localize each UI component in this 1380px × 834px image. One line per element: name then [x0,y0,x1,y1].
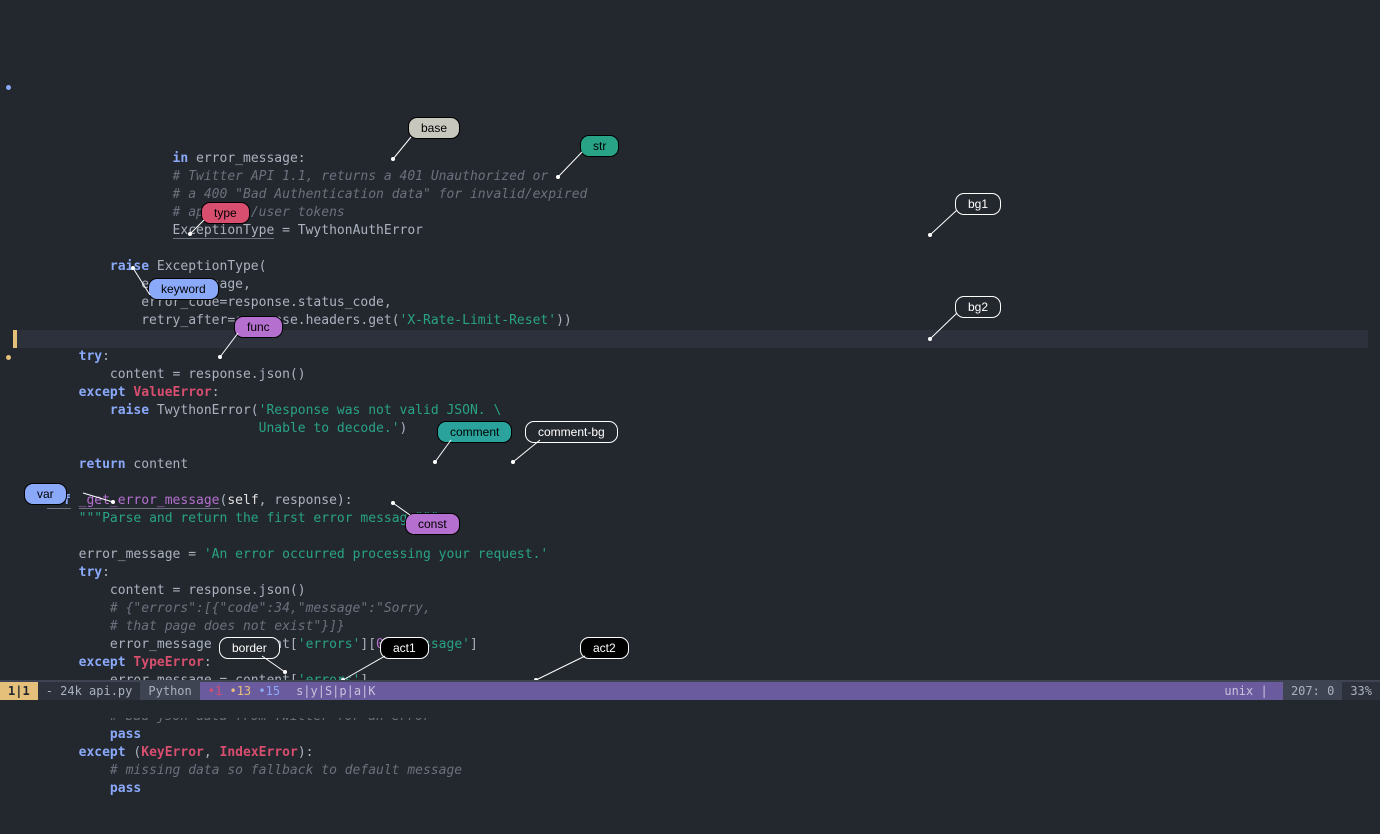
label-comment-bg: comment-bg [525,421,618,443]
code-line: pass [16,781,141,796]
label-base: base [408,117,460,139]
code-line: # that page does not exist"}]} [16,619,345,634]
code-line: content = response.json() [16,583,306,598]
gutter-mark-warning [6,355,11,360]
label-act1: act1 [380,637,429,659]
code-line: # app keys/user tokens [16,205,345,220]
code-line: try: [16,349,110,364]
code-line: Unable to decode.') [16,421,407,436]
ex-command-line[interactable] [0,700,1380,718]
code-line: except TypeError: [16,655,212,670]
label-const: const [405,513,460,535]
code-line: # missing data so fallback to default me… [16,763,462,778]
code-line: except ValueError: [16,385,220,400]
status-position: 207: 0 [1283,682,1342,700]
code-editor[interactable]: in error_message: # Twitter API 1.1, ret… [0,0,1380,693]
status-encoding: unix | [1216,682,1283,700]
code-line: pass [16,727,141,742]
code-line: # Twitter API 1.1, returns a 401 Unautho… [16,169,548,184]
label-bg2: bg2 [955,296,1001,318]
code-line: # {"errors":[{"code":34,"message":"Sorry… [16,601,431,616]
status-percent: 33% [1342,682,1380,700]
code-line: except (KeyError, IndexError): [16,745,313,760]
label-act2: act2 [580,637,629,659]
label-var: var [24,483,67,505]
code-line [16,241,24,256]
code-line: in error_message: [16,151,306,166]
code-line: # a 400 "Bad Authentication data" for in… [16,187,587,202]
statusbar: 1|1 - 24k api.py Python •1 •13 •15 s|y|S… [0,680,1380,700]
label-keyword: keyword [148,278,219,300]
code-line: raise TwythonError('Response was not val… [16,403,501,418]
status-filetype: Python [140,682,199,700]
code-line: return content [16,457,188,472]
code-line: retry_after=response.headers.get('X-Rate… [16,313,572,328]
label-bg1: bg1 [955,193,1001,215]
code-line: error_message = 'An error occurred proce… [16,547,548,562]
gutter-mark-info [6,85,11,90]
code-line: try: [16,565,110,580]
code-line [16,529,24,544]
code-line [16,439,24,454]
code-line: content = response.json() [16,367,306,382]
code-line: raise ExceptionType( [16,259,266,274]
label-border: border [219,637,280,659]
status-window-number: 1|1 [0,682,38,700]
label-type: type [201,202,250,224]
code-line: """Parse and return the first error mess… [16,511,439,526]
status-style: s|y|S|p|a|K [288,682,383,700]
label-comment: comment [437,421,512,443]
code-line: ExceptionType = TwythonAuthError [16,223,423,239]
code-line [16,475,24,490]
label-func: func [234,316,283,338]
status-lint: •1 •13 •15 [200,682,288,700]
status-filename: - 24k api.py [38,682,141,700]
code-line [16,331,24,346]
label-str: str [580,135,619,157]
